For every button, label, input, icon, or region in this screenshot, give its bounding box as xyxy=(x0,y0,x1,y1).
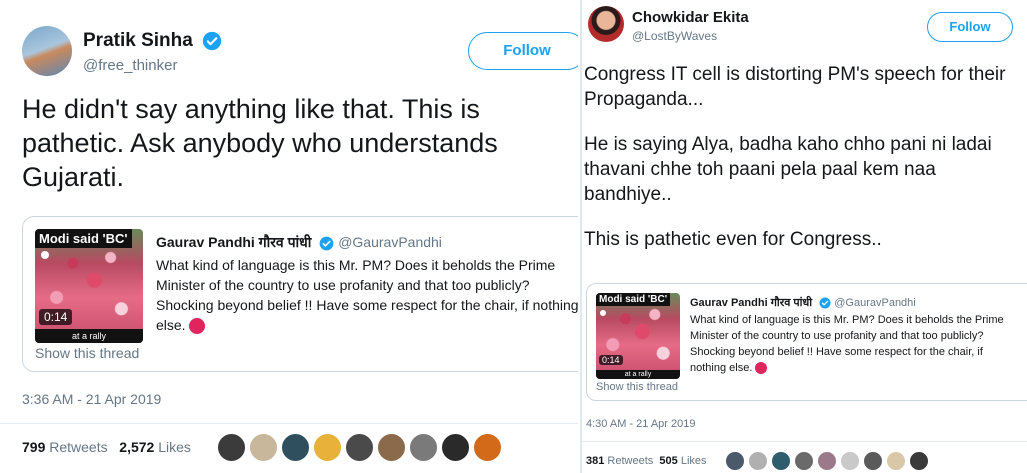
author-name[interactable]: Chowkidar Ekita xyxy=(632,9,749,26)
author-name-text: Pratik Sinha xyxy=(83,30,193,51)
liker-avatar[interactable] xyxy=(793,450,815,472)
likes-label: Likes xyxy=(158,439,191,455)
author-avatar[interactable] xyxy=(588,6,624,42)
play-icon xyxy=(41,251,49,259)
likes-count: 505 xyxy=(659,455,678,467)
retweets-stat[interactable]: 381 Retweets xyxy=(586,455,653,467)
quoted-author-name: Gaurav Pandhi गौरव पांधी xyxy=(690,297,813,309)
liker-avatar[interactable] xyxy=(248,432,279,463)
quoted-tweet[interactable]: Modi said 'BC' 0:14 at a rally Gaurav Pa… xyxy=(586,283,1027,401)
liker-avatar[interactable] xyxy=(862,450,884,472)
liker-avatars xyxy=(724,450,931,472)
tweet-stats: 799 Retweets 2,572 Likes xyxy=(22,439,191,455)
follow-button[interactable]: Follow xyxy=(468,32,578,70)
show-thread-link[interactable]: Show this thread xyxy=(35,345,139,361)
liker-avatar[interactable] xyxy=(724,450,746,472)
thumbnail-caption: at a rally xyxy=(35,329,143,343)
liker-avatar[interactable] xyxy=(885,450,907,472)
likes-stat[interactable]: 505 Likes xyxy=(659,455,706,467)
tweet-stats: 381 Retweets 505 Likes xyxy=(586,455,707,467)
author-handle[interactable]: @free_thinker xyxy=(83,57,177,74)
thumbnail-title: Modi said 'BC' xyxy=(35,229,132,248)
retweets-label: Retweets xyxy=(607,455,654,467)
divider xyxy=(0,423,578,424)
tweet-text-paragraph-3: This is pathetic even for Congress.. xyxy=(584,229,882,250)
liker-avatar[interactable] xyxy=(839,450,861,472)
tweet-timestamp[interactable]: 3:36 AM - 21 Apr 2019 xyxy=(22,391,161,407)
likes-label: Likes xyxy=(680,455,707,467)
thumbnail-title: Modi said 'BC' xyxy=(596,293,671,306)
liker-avatar[interactable] xyxy=(472,432,503,463)
angry-face-icon xyxy=(189,318,206,335)
play-icon xyxy=(600,310,606,316)
verified-badge-icon xyxy=(819,297,831,309)
tweet-timestamp[interactable]: 4:30 AM - 21 Apr 2019 xyxy=(586,418,695,430)
tweet-text-paragraph-2: He is saying Alya, badha kaho chho pani … xyxy=(584,134,992,205)
liker-avatar[interactable] xyxy=(816,450,838,472)
liker-avatar[interactable] xyxy=(280,432,311,463)
video-thumbnail[interactable]: Modi said 'BC' 0:14 at a rally xyxy=(35,229,143,343)
liker-avatar[interactable] xyxy=(440,432,471,463)
tweet-text: Congress IT cell is distorting PM's spee… xyxy=(584,62,1024,252)
liker-avatar[interactable] xyxy=(312,432,343,463)
retweets-label: Retweets xyxy=(49,439,108,455)
author-name[interactable]: Pratik Sinha xyxy=(83,30,222,52)
show-thread-link[interactable]: Show this thread xyxy=(596,381,678,393)
liker-avatar[interactable] xyxy=(344,432,375,463)
quoted-text: What kind of language is this Mr. PM? Do… xyxy=(690,312,1022,378)
quoted-text-body: What kind of language is this Mr. PM? Do… xyxy=(156,257,578,333)
tweet-pratik-sinha: Pratik Sinha @free_thinker Follow He did… xyxy=(0,0,578,473)
liker-avatars xyxy=(216,432,504,463)
quoted-text: What kind of language is this Mr. PM? Do… xyxy=(156,255,578,335)
divider xyxy=(582,441,1027,442)
quoted-text-body: What kind of language is this Mr. PM? Do… xyxy=(690,314,1004,374)
thumbnail-caption: at a rally xyxy=(596,370,680,379)
liker-avatar[interactable] xyxy=(747,450,769,472)
video-duration: 0:14 xyxy=(599,355,623,365)
quoted-author[interactable]: Gaurav Pandhi गौरव पांधी @GauravPandhi xyxy=(690,295,916,310)
quoted-author-name: Gaurav Pandhi गौरव पांधी xyxy=(156,234,312,250)
angry-face-icon xyxy=(755,362,768,375)
video-thumbnail[interactable]: Modi said 'BC' 0:14 at a rally xyxy=(596,293,680,379)
liker-avatar[interactable] xyxy=(908,450,930,472)
author-avatar[interactable] xyxy=(22,26,72,76)
likes-count: 2,572 xyxy=(119,439,155,455)
verified-badge-icon xyxy=(319,236,334,251)
quoted-author-handle: @GauravPandhi xyxy=(834,297,916,309)
quoted-author-handle: @GauravPandhi xyxy=(338,234,442,250)
video-duration: 0:14 xyxy=(39,309,73,325)
quoted-author[interactable]: Gaurav Pandhi गौरव पांधी @GauravPandhi xyxy=(156,233,442,252)
quoted-tweet[interactable]: Modi said 'BC' 0:14 at a rally Gaurav Pa… xyxy=(22,216,578,372)
verified-badge-icon xyxy=(202,31,222,51)
likes-stat[interactable]: 2,572 Likes xyxy=(119,439,191,455)
follow-button[interactable]: Follow xyxy=(927,12,1013,42)
author-handle[interactable]: @LostByWaves xyxy=(632,29,717,43)
retweets-count: 381 xyxy=(586,455,605,467)
retweets-stat[interactable]: 799 Retweets xyxy=(22,439,108,455)
liker-avatar[interactable] xyxy=(216,432,247,463)
tweet-text-body: He didn't say anything like that. This i… xyxy=(22,94,498,192)
tweet-text: He didn't say anything like that. This i… xyxy=(22,92,562,194)
retweets-count: 799 xyxy=(22,439,46,455)
liker-avatar[interactable] xyxy=(408,432,439,463)
tweet-chowkidar-ekita: Chowkidar Ekita @LostByWaves Follow Cong… xyxy=(580,0,1027,473)
liker-avatar[interactable] xyxy=(770,450,792,472)
liker-avatar[interactable] xyxy=(376,432,407,463)
tweet-text-paragraph-1: Congress IT cell is distorting PM's spee… xyxy=(584,64,1006,110)
